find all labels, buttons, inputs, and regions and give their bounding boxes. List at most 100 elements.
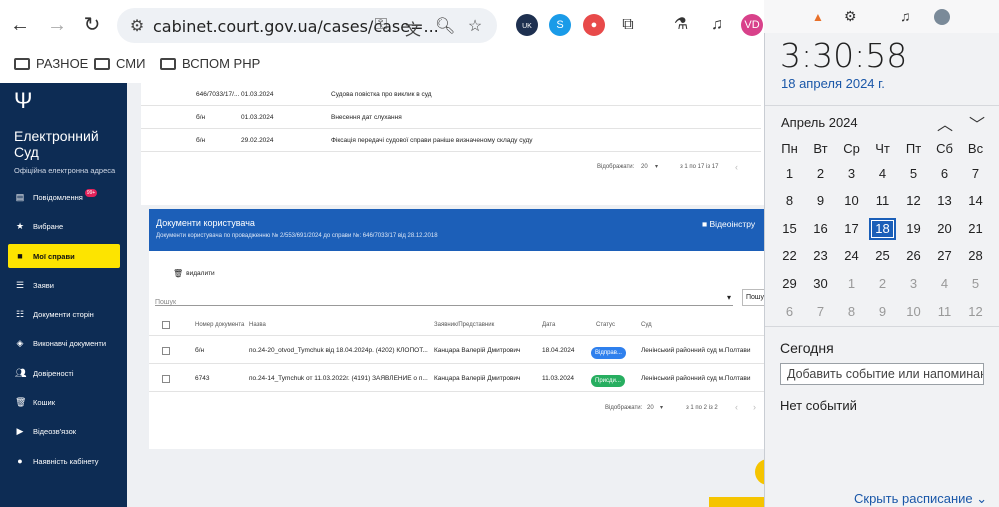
media-queue-icon[interactable]: ♫ — [900, 8, 911, 24]
avatar[interactable] — [934, 9, 950, 25]
next-month-icon[interactable]: ﹀ — [969, 111, 985, 135]
gear-icon[interactable]: ⚙ — [844, 8, 857, 25]
calendar-day[interactable]: 8 — [836, 304, 867, 319]
add-event-input[interactable]: Добавить событие или напоминание — [780, 363, 984, 385]
next-page-icon[interactable]: › — [753, 402, 756, 412]
calendar-day[interactable]: 17 — [836, 221, 867, 236]
extension-globe-icon[interactable]: UK — [516, 14, 538, 36]
table-row[interactable]: 646/7033/17/... 01.03.2024 Судова повіст… — [141, 83, 761, 106]
hide-schedule-button[interactable]: Скрыть расписание ⌄ — [854, 491, 987, 507]
calendar-day[interactable]: 10 — [836, 193, 867, 208]
flame-icon[interactable]: ▲ — [812, 10, 824, 24]
labs-flask-icon[interactable]: ⚗ — [670, 14, 692, 36]
calendar-day[interactable]: 19 — [898, 221, 929, 236]
column-header[interactable]: Номер документа — [195, 322, 244, 328]
clock-date[interactable]: 18 апреля 2024 г. — [781, 76, 885, 91]
calendar-day[interactable]: 15 — [774, 221, 805, 236]
sidebar-item-trash[interactable]: 🗑︎ Кошик — [8, 390, 120, 414]
bookmark-star-icon[interactable]: ☆ — [465, 16, 485, 36]
sidebar-item-favorites[interactable]: ★ Вибране — [8, 214, 120, 238]
calendar-day[interactable]: 1 — [774, 166, 805, 181]
table-row[interactable]: б/н по.24-20_otvod_Tymchuk від 18.04.202… — [149, 337, 769, 364]
bookmark-folder-1[interactable]: РАЗНОЕ — [14, 56, 88, 71]
calendar-day[interactable]: 13 — [929, 193, 960, 208]
column-header[interactable]: Заявник/Представник — [434, 322, 494, 328]
sidebar-item-cabinet-availability[interactable]: ● Наявність кабінету — [8, 449, 120, 473]
sidebar-item-party-documents[interactable]: ☷ Документи сторін — [8, 302, 120, 326]
row-checkbox[interactable] — [162, 375, 170, 383]
calendar-day[interactable]: 2 — [805, 166, 836, 181]
address-bar[interactable]: ⚙ cabinet.court.gov.ua/cases/case=... ⚿ … — [117, 8, 497, 43]
calendar-day[interactable]: 20 — [929, 221, 960, 236]
chevron-down-icon[interactable]: ▾ — [660, 404, 663, 411]
column-header[interactable]: Суд — [641, 322, 652, 328]
calendar-day[interactable]: 2 — [867, 276, 898, 291]
sidebar-item-enforcement-docs[interactable]: ◈ Виконавчі документи — [8, 331, 120, 355]
calendar-day[interactable]: 14 — [960, 193, 991, 208]
calendar-day[interactable]: 5 — [960, 276, 991, 291]
calendar-day[interactable]: 3 — [836, 166, 867, 181]
column-header[interactable]: Дата — [542, 322, 555, 328]
calendar-day[interactable]: 30 — [805, 276, 836, 291]
calendar-day[interactable]: 26 — [898, 248, 929, 263]
calendar-day[interactable]: 21 — [960, 221, 991, 236]
extensions-puzzle-icon[interactable]: ⧉ — [617, 14, 639, 36]
prev-page-icon[interactable]: ‹ — [735, 162, 738, 172]
calendar-day[interactable]: 28 — [960, 248, 991, 263]
brand-title[interactable]: Електронний Суд — [14, 128, 99, 160]
calendar-day[interactable]: 3 — [898, 276, 929, 291]
select-all-checkbox[interactable] — [162, 321, 170, 329]
calendar-day[interactable]: 22 — [774, 248, 805, 263]
media-queue-icon[interactable]: ♫ — [706, 14, 728, 36]
bookmark-folder-2[interactable]: СМИ — [94, 56, 145, 71]
url-text[interactable]: cabinet.court.gov.ua/cases/case=... — [153, 17, 439, 36]
doc-name[interactable]: по.24-14_Tymchuk от 11.03.2022г. (4191) … — [249, 375, 428, 382]
zoom-icon[interactable]: 🔍︎ — [435, 16, 455, 36]
sidebar-item-notifications[interactable]: ▤ Повідомлення 99+ — [8, 185, 120, 209]
bookmark-folder-3[interactable]: ВСПОМ PHP — [160, 56, 260, 71]
video-instructions-link[interactable]: ■ Відеоінстру — [702, 219, 755, 229]
sidebar-item-powers-of-attorney[interactable]: 👥︎ Довіреності — [8, 361, 120, 385]
calendar-day[interactable]: 23 — [805, 248, 836, 263]
calendar-day[interactable]: 27 — [929, 248, 960, 263]
calendar-day[interactable]: 6 — [929, 166, 960, 181]
calendar-day[interactable]: 12 — [898, 193, 929, 208]
table-row[interactable]: б/н 01.03.2024 Внесення дат слухання — [141, 106, 761, 129]
column-header[interactable]: Назва — [249, 322, 266, 328]
calendar-day[interactable]: 6 — [774, 304, 805, 319]
calendar-day[interactable]: 5 — [898, 166, 929, 181]
sidebar-item-video-call[interactable]: ▶ Відеозв'язок — [8, 419, 120, 443]
calendar-day[interactable]: 11 — [929, 304, 960, 319]
chevron-down-icon[interactable]: ▾ — [655, 163, 658, 170]
chevron-down-icon[interactable]: ▾ — [727, 293, 731, 302]
calendar-day[interactable]: 25 — [867, 248, 898, 263]
prev-page-icon[interactable]: ‹ — [735, 402, 738, 412]
table-row[interactable]: б/н 29.02.2024 Фіксація передачі судової… — [141, 129, 761, 152]
calendar-day-today[interactable]: 18 — [869, 218, 896, 240]
extension-color-icon[interactable]: ● — [583, 14, 605, 36]
forward-icon[interactable]: → — [45, 13, 69, 37]
calendar-day[interactable]: 1 — [836, 276, 867, 291]
translate-icon[interactable]: 文 — [403, 16, 423, 40]
sidebar-item-applications[interactable]: ☰ Заяви — [8, 273, 120, 297]
table-row[interactable]: 6743 по.24-14_Tymchuk от 11.03.2022г. (4… — [149, 365, 769, 392]
calendar-month-label[interactable]: Апрель 2024 — [781, 115, 858, 130]
calendar-day[interactable]: 4 — [867, 166, 898, 181]
search-input[interactable]: Пошук ▾ — [155, 293, 733, 306]
column-header[interactable]: Статус — [596, 322, 615, 328]
calendar-day[interactable]: 8 — [774, 193, 805, 208]
per-page-select[interactable]: 20 — [641, 164, 648, 170]
calendar-day[interactable]: 29 — [774, 276, 805, 291]
sidebar-item-my-cases[interactable]: ■ Мої справи — [8, 244, 120, 268]
delete-button[interactable]: 🗑︎ видалити — [173, 269, 215, 278]
doc-name[interactable]: по.24-20_otvod_Tymchuk від 18.04.2024р. … — [249, 347, 428, 354]
calendar-day[interactable]: 7 — [805, 304, 836, 319]
reload-icon[interactable]: ↻ — [80, 13, 104, 37]
calendar-day[interactable]: 9 — [867, 304, 898, 319]
extension-shazam-icon[interactable]: S — [549, 14, 571, 36]
calendar-day[interactable]: 11 — [867, 193, 898, 208]
back-icon[interactable]: ← — [8, 13, 32, 37]
row-checkbox[interactable] — [162, 347, 170, 355]
calendar-day[interactable]: 12 — [960, 304, 991, 319]
prev-month-icon[interactable]: ︿ — [937, 111, 953, 135]
